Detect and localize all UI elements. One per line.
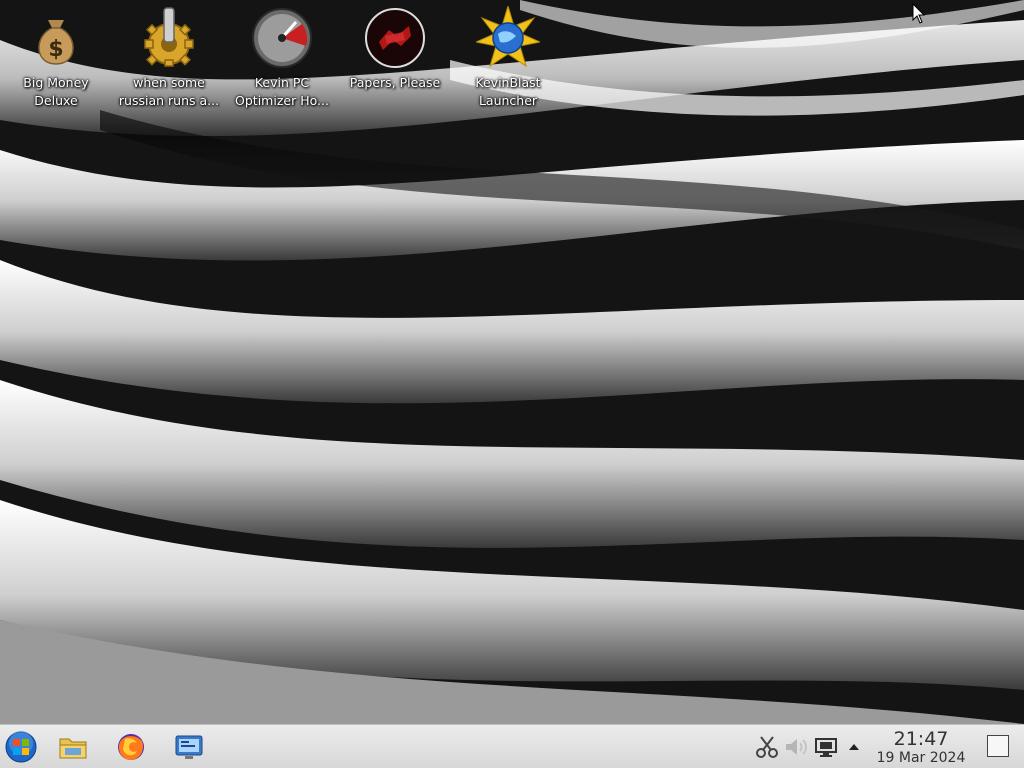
clock-time: 21:47 xyxy=(893,728,949,750)
mouse-pointer-icon xyxy=(912,3,926,24)
desktop-icon-kevinblast-launcher[interactable]: KevinBlast Launcher xyxy=(454,6,562,110)
desktop-icon-label: Big Money Deluxe xyxy=(23,75,89,108)
scissors-icon[interactable] xyxy=(753,733,781,761)
firefox-icon[interactable] xyxy=(115,731,147,763)
file-manager-icon[interactable] xyxy=(57,731,89,763)
start-orb-icon[interactable] xyxy=(5,731,37,763)
desktop-wallpaper[interactable]: $ Big Money Deluxe when some russian run… xyxy=(0,0,1024,724)
show-desktop-button[interactable] xyxy=(987,735,1009,757)
papers-please-icon xyxy=(365,8,425,68)
desktop-icon-kevin-pc-optimizer[interactable]: Kevin PC Optimizer Ho... xyxy=(228,6,336,110)
clock-date: 19 Mar 2024 xyxy=(876,750,966,766)
control-panel-icon[interactable] xyxy=(173,731,205,763)
volume-icon[interactable] xyxy=(782,733,810,761)
gear-icon xyxy=(144,7,194,67)
desktop-icon-label: Kevin PC Optimizer Ho... xyxy=(235,75,329,108)
display-icon[interactable] xyxy=(812,733,840,761)
desktop-icon-russian-runs[interactable]: when some russian runs a... xyxy=(115,6,223,110)
svg-text:$: $ xyxy=(48,37,63,62)
desktop-icon-label: when some russian runs a... xyxy=(118,75,220,108)
desktop-icon-label: KevinBlast Launcher xyxy=(475,75,541,108)
desktop-icon-label: Papers, Please xyxy=(349,75,441,90)
money-bag-icon: $ xyxy=(38,20,74,65)
taskbar-clock[interactable]: 21:47 19 Mar 2024 xyxy=(866,728,976,766)
chevron-up-icon[interactable] xyxy=(840,733,868,761)
desktop-icon-big-money-deluxe[interactable]: $ Big Money Deluxe xyxy=(2,6,110,110)
taskbar: 21:47 19 Mar 2024 xyxy=(0,724,1024,768)
star-globe-icon xyxy=(476,6,540,68)
desktop-icon-papers-please[interactable]: Papers, Please xyxy=(341,6,449,92)
gauge-icon xyxy=(252,8,312,68)
